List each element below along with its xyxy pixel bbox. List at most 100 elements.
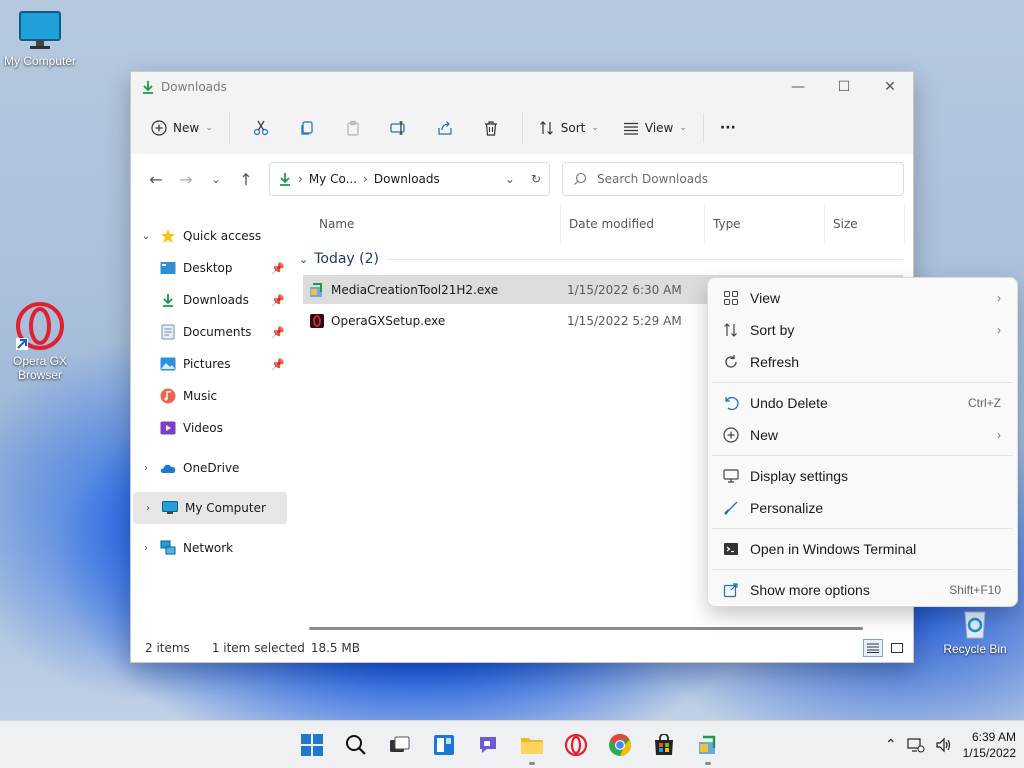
context-menu-item-display-settings[interactable]: Display settings [708, 460, 1017, 492]
chat-button[interactable] [466, 721, 510, 768]
task-view-button[interactable] [378, 721, 422, 768]
breadcrumb-item[interactable]: Downloads [374, 172, 440, 186]
context-menu-item-sort-by[interactable]: Sort by › [708, 314, 1017, 346]
share-icon [722, 581, 740, 599]
file-name: OperaGXSetup.exe [331, 313, 446, 328]
task-view-icon [390, 736, 410, 752]
column-header-name[interactable]: Name [291, 204, 561, 244]
media-creation-tool-taskbar-button[interactable] [686, 721, 730, 768]
sidebar-item-documents[interactable]: Documents 📌 [131, 316, 291, 348]
sidebar-item-pictures[interactable]: Pictures 📌 [131, 348, 291, 380]
context-menu-item-personalize[interactable]: Personalize [708, 492, 1017, 524]
sidebar-item-downloads[interactable]: Downloads 📌 [131, 284, 291, 316]
scissors-icon [253, 120, 268, 136]
tiles-view-button[interactable] [887, 639, 907, 657]
sidebar-item-label: Videos [183, 421, 223, 435]
group-header-today[interactable]: ⌄ Today (2) [291, 244, 913, 274]
paste-button[interactable] [330, 110, 376, 146]
search-placeholder: Search Downloads [597, 172, 708, 186]
document-icon [159, 324, 177, 340]
address-dropdown-icon[interactable]: ⌄ [505, 172, 515, 186]
sort-button-label: Sort [560, 121, 586, 135]
sidebar-item-desktop[interactable]: Desktop 📌 [131, 252, 291, 284]
sidebar-item-my-computer[interactable]: › My Computer [133, 492, 287, 524]
copy-button[interactable] [284, 110, 330, 146]
context-menu-item-show-more-options[interactable]: Show more options Shift+F10 [708, 574, 1017, 606]
chevron-down-icon[interactable]: ⌄ [139, 231, 153, 242]
toolbar-divider [702, 113, 704, 143]
chrome-taskbar-button[interactable] [598, 721, 642, 768]
opera-gx-taskbar-button[interactable] [554, 721, 598, 768]
recent-locations-chevron-icon[interactable]: ⌄ [201, 173, 231, 186]
chevron-right-icon[interactable]: › [139, 543, 153, 554]
group-label: Today (2) [314, 251, 379, 267]
column-header-type[interactable]: Type [705, 204, 825, 244]
context-menu-item-open-terminal[interactable]: Open in Windows Terminal [708, 533, 1017, 565]
address-bar[interactable]: › My Co... › Downloads ⌄ ↻ [269, 162, 550, 196]
file-explorer-taskbar-button[interactable] [510, 721, 554, 768]
share-icon [438, 121, 452, 135]
plus-circle-icon [151, 120, 167, 136]
command-bar: New ⌄ Sort ⌄ View ⌄ ··· [131, 102, 913, 154]
chevron-right-icon[interactable]: › [139, 463, 153, 474]
more-options-button[interactable]: ··· [712, 110, 744, 146]
new-button-label: New [173, 121, 200, 135]
close-button[interactable]: ✕ [867, 72, 913, 102]
window-title: Downloads [161, 80, 227, 94]
column-header-date-modified[interactable]: Date modified [561, 204, 705, 244]
sidebar-item-videos[interactable]: Videos [131, 412, 291, 444]
sidebar-item-label: Network [183, 541, 234, 555]
network-icon [159, 540, 177, 556]
forward-arrow-icon[interactable]: → [171, 170, 201, 189]
chrome-icon [609, 734, 631, 756]
show-hidden-icons-chevron-up-icon[interactable]: ⌃ [885, 737, 897, 753]
new-button[interactable]: New ⌄ [143, 110, 221, 146]
videos-icon [159, 420, 177, 436]
context-menu-item-view[interactable]: View › [708, 282, 1017, 314]
opera-gx-icon [564, 733, 588, 757]
start-button[interactable] [290, 721, 334, 768]
file-date-modified: 1/15/2022 6:30 AM [567, 282, 682, 297]
network-status-icon[interactable] [907, 737, 925, 753]
sidebar-item-onedrive[interactable]: › OneDrive [131, 452, 291, 484]
download-arrow-icon [159, 292, 177, 308]
shortcut-label: Shift+F10 [949, 583, 1001, 597]
widgets-button[interactable] [422, 721, 466, 768]
download-arrow-icon [280, 173, 290, 186]
navigation-bar: ← → ⌄ ↑ › My Co... › Downloads ⌄ ↻ Searc… [131, 154, 913, 204]
sidebar-item-network[interactable]: › Network [131, 532, 291, 564]
delete-button[interactable] [468, 110, 514, 146]
view-button[interactable]: View ⌄ [615, 110, 695, 146]
chevron-right-icon[interactable]: › [141, 503, 155, 514]
rename-button[interactable] [376, 110, 422, 146]
share-button[interactable] [422, 110, 468, 146]
store-taskbar-button[interactable] [642, 721, 686, 768]
column-header-size[interactable]: Size [825, 204, 905, 244]
title-bar[interactable]: Downloads — ☐ ✕ [131, 72, 913, 102]
desktop-icon-recycle-bin[interactable]: Recycle Bin [935, 606, 1015, 656]
sidebar-item-music[interactable]: Music [131, 380, 291, 412]
context-menu-divider [712, 382, 1013, 383]
desktop-icon-my-computer[interactable]: My Computer [0, 10, 80, 68]
search-box[interactable]: Search Downloads [562, 162, 904, 196]
sort-button[interactable]: Sort ⌄ [531, 110, 607, 146]
context-menu-item-undo-delete[interactable]: Undo Delete Ctrl+Z [708, 387, 1017, 419]
minimize-button[interactable]: — [775, 72, 821, 102]
context-menu-item-refresh[interactable]: Refresh [708, 346, 1017, 378]
clock[interactable]: 6:39 AM 1/15/2022 [963, 729, 1016, 761]
refresh-icon[interactable]: ↻ [531, 172, 541, 186]
context-menu-item-new[interactable]: New › [708, 419, 1017, 451]
up-arrow-icon[interactable]: ↑ [231, 170, 261, 189]
context-menu-label: New [750, 427, 779, 443]
taskbar-search-button[interactable] [334, 721, 378, 768]
volume-icon[interactable] [935, 737, 953, 753]
sidebar-item-quick-access[interactable]: ⌄ Quick access [131, 220, 291, 252]
back-arrow-icon[interactable]: ← [141, 170, 171, 189]
chevron-down-icon: ⌄ [299, 252, 309, 266]
maximize-button[interactable]: ☐ [821, 72, 867, 102]
desktop-icon-opera-gx[interactable]: Opera GX Browser [0, 300, 80, 382]
breadcrumb-item[interactable]: My Co... [309, 172, 357, 186]
horizontal-scrollbar[interactable] [309, 627, 863, 630]
details-view-button[interactable] [863, 639, 883, 657]
cut-button[interactable] [238, 110, 284, 146]
